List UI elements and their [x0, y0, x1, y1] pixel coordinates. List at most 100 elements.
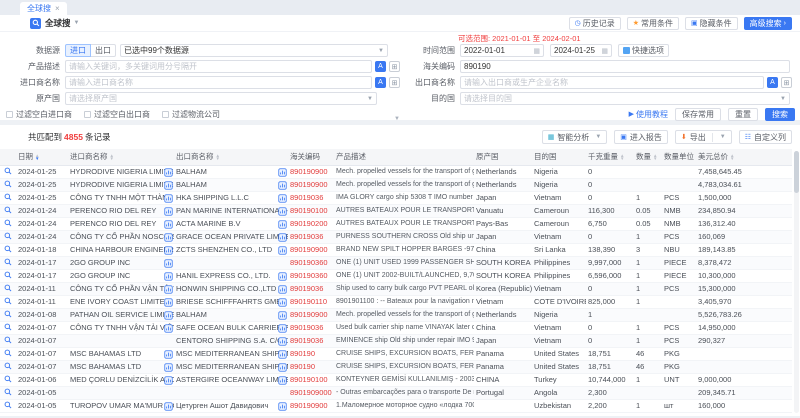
scrollbar-thumb[interactable] [794, 151, 799, 193]
company-report-icon[interactable] [164, 233, 173, 242]
hs-code-input[interactable] [460, 60, 790, 73]
row-magnifier-icon[interactable] [4, 232, 12, 240]
company-report-icon[interactable] [278, 285, 287, 294]
translate-icon[interactable]: A [375, 77, 386, 88]
company-report-icon[interactable] [164, 272, 173, 281]
hide-conditions-button[interactable]: ▣ 隐藏条件 [685, 17, 738, 30]
row-magnifier-icon[interactable] [4, 297, 12, 305]
custom-columns-button[interactable]: ☷ 自定义列 [739, 130, 792, 144]
date-from-input[interactable]: 2022-01-01 ▦ [460, 44, 544, 57]
filter-blank-importer-checkbox[interactable]: 过滤空白进口商 [6, 109, 72, 120]
table-row[interactable]: 2024-01-172GO GROUP INCHANIL EXPRESS CO.… [0, 269, 792, 282]
table-row[interactable]: 2024-01-07MSC BAHAMAS LTDMSC MEDITERRANE… [0, 360, 792, 373]
table-row[interactable]: 2024-01-07CÔNG TY TNHH VẬN TẢI VIỆT THUẬ… [0, 321, 792, 334]
tutorial-link[interactable]: ▶使用教程 [629, 109, 668, 120]
company-report-icon[interactable] [278, 246, 287, 255]
table-row[interactable]: 2024-01-172GO GROUP INC890190360ONE (1) … [0, 256, 792, 269]
company-report-icon[interactable] [278, 298, 287, 307]
row-magnifier-icon[interactable] [4, 258, 12, 266]
table-row[interactable]: 2024-01-07MSC BAHAMAS LTDMSC MEDITERRANE… [0, 347, 792, 360]
table-row[interactable]: 2024-01-25HYDRODIVE NIGERIA LIMITEDBALHA… [0, 178, 792, 191]
table-row[interactable]: 2024-01-18CHINA HARBOUR ENGINEERING CO L… [0, 243, 792, 256]
company-report-icon[interactable] [278, 311, 287, 320]
export-button[interactable]: ⬇ 导出 ▼ [675, 130, 732, 144]
enter-report-button[interactable]: ▣ 进入报告 [614, 130, 668, 144]
row-magnifier-icon[interactable] [4, 362, 12, 370]
history-button[interactable]: ◷ 历史记录 [569, 17, 621, 30]
col-header-usd[interactable]: 美元总价▲▼ [696, 149, 792, 165]
sort-icon[interactable]: ▲▼ [653, 154, 657, 161]
row-magnifier-icon[interactable] [4, 349, 12, 357]
company-report-icon[interactable] [164, 376, 173, 385]
chevron-down-icon[interactable]: ▼ [720, 134, 726, 140]
col-header-exporter[interactable]: 出口商名称▲▼ [174, 149, 288, 165]
close-icon[interactable]: × [55, 2, 60, 15]
dest-country-select[interactable]: 请选择目的国 ▼ [460, 92, 790, 105]
batch-input-icon[interactable]: ⊞ [781, 77, 792, 88]
smart-analysis-button[interactable]: ▦ 智能分析 ▼ [542, 130, 608, 144]
company-report-icon[interactable] [278, 376, 287, 385]
sort-icon[interactable]: ▲▼ [216, 154, 220, 161]
company-report-icon[interactable] [164, 285, 173, 294]
translate-icon[interactable]: A [767, 77, 778, 88]
company-report-icon[interactable] [164, 311, 173, 320]
company-report-icon[interactable] [278, 194, 287, 203]
company-report-icon[interactable] [278, 181, 287, 190]
row-magnifier-icon[interactable] [4, 180, 12, 188]
search-button[interactable]: 搜索 [765, 108, 795, 121]
table-row[interactable]: 2024-01-08PATHAN OIL SERVICE LIMITEDBALH… [0, 308, 792, 321]
quick-options-button[interactable]: 快捷选项 [618, 44, 669, 57]
company-report-icon[interactable] [278, 207, 287, 216]
sort-icon[interactable]: ▲▼ [110, 154, 114, 161]
tab-global-search[interactable]: 全球搜 × [20, 2, 67, 15]
data-source-select[interactable]: 已选中99个数据源 ▼ [120, 44, 388, 57]
company-report-icon[interactable] [164, 181, 173, 190]
company-report-icon[interactable] [278, 272, 287, 281]
importer-input[interactable] [65, 76, 372, 89]
company-report-icon[interactable] [278, 324, 287, 333]
table-row[interactable]: 2024-01-11ENE IVORY COAST LIMITEDBRIESE … [0, 295, 792, 308]
company-report-icon[interactable] [164, 324, 173, 333]
table-row[interactable]: 2024-01-11CÔNG TY CỔ PHẦN VẬN TẢI VÀ TIẾ… [0, 282, 792, 295]
company-report-icon[interactable] [278, 363, 287, 372]
sort-icon[interactable]: ▲▼ [35, 154, 39, 161]
import-toggle[interactable]: 进口 [65, 44, 91, 57]
table-row[interactable]: 2024-01-05TUROPOV UMAR MA'MUR O'G'LIЦету… [0, 399, 792, 412]
col-header-importer[interactable]: 进口商名称▲▼ [68, 149, 174, 165]
row-magnifier-icon[interactable] [4, 219, 12, 227]
batch-input-icon[interactable]: ⊞ [389, 77, 400, 88]
date-to-input[interactable]: 2024-01-25 ▦ [550, 44, 612, 57]
company-report-icon[interactable] [164, 207, 173, 216]
sort-icon[interactable]: ▲▼ [620, 154, 624, 161]
row-magnifier-icon[interactable] [4, 323, 12, 331]
company-report-icon[interactable] [278, 350, 287, 359]
row-magnifier-icon[interactable] [4, 336, 12, 344]
collapse-panel-icon[interactable]: ▼ [394, 116, 400, 122]
col-header-kg[interactable]: 千克重量▲▼ [586, 149, 634, 165]
vertical-scrollbar[interactable] [794, 151, 799, 413]
row-magnifier-icon[interactable] [4, 310, 12, 318]
table-row[interactable]: 2024-01-06MED ÇORLU DENİZCİLİK ANONİM Şİ… [0, 373, 792, 386]
export-toggle[interactable]: 出口 [91, 44, 116, 57]
reset-button[interactable]: 重置 [728, 108, 758, 121]
row-magnifier-icon[interactable] [4, 271, 12, 279]
col-header-qty[interactable]: 数量▲▼ [634, 149, 662, 165]
origin-country-select[interactable]: 请选择原产国 ▼ [65, 92, 377, 105]
translate-icon[interactable]: A [375, 61, 386, 72]
table-row[interactable]: 2024-01-24CÔNG TY CỔ PHẦN NOSCO SHIPYARD… [0, 230, 792, 243]
filter-logistics-checkbox[interactable]: 过滤物流公司 [162, 109, 220, 120]
advanced-search-button[interactable]: 高级搜索 › [744, 17, 792, 30]
company-report-icon[interactable] [164, 194, 173, 203]
table-row[interactable]: 2024-01-058901909000- Outras embarcações… [0, 386, 792, 399]
company-report-icon[interactable] [164, 246, 173, 255]
row-magnifier-icon[interactable] [4, 206, 12, 214]
company-report-icon[interactable] [164, 363, 173, 372]
row-magnifier-icon[interactable] [4, 388, 12, 396]
row-magnifier-icon[interactable] [4, 284, 12, 292]
table-row[interactable]: 2024-01-24PERENCO RIO DEL REYPAN MARINE … [0, 204, 792, 217]
row-magnifier-icon[interactable] [4, 245, 12, 253]
exporter-input[interactable] [460, 76, 764, 89]
app-name[interactable]: 全球搜 [45, 17, 71, 29]
row-magnifier-icon[interactable] [4, 375, 12, 383]
batch-input-icon[interactable]: ⊞ [389, 61, 400, 72]
